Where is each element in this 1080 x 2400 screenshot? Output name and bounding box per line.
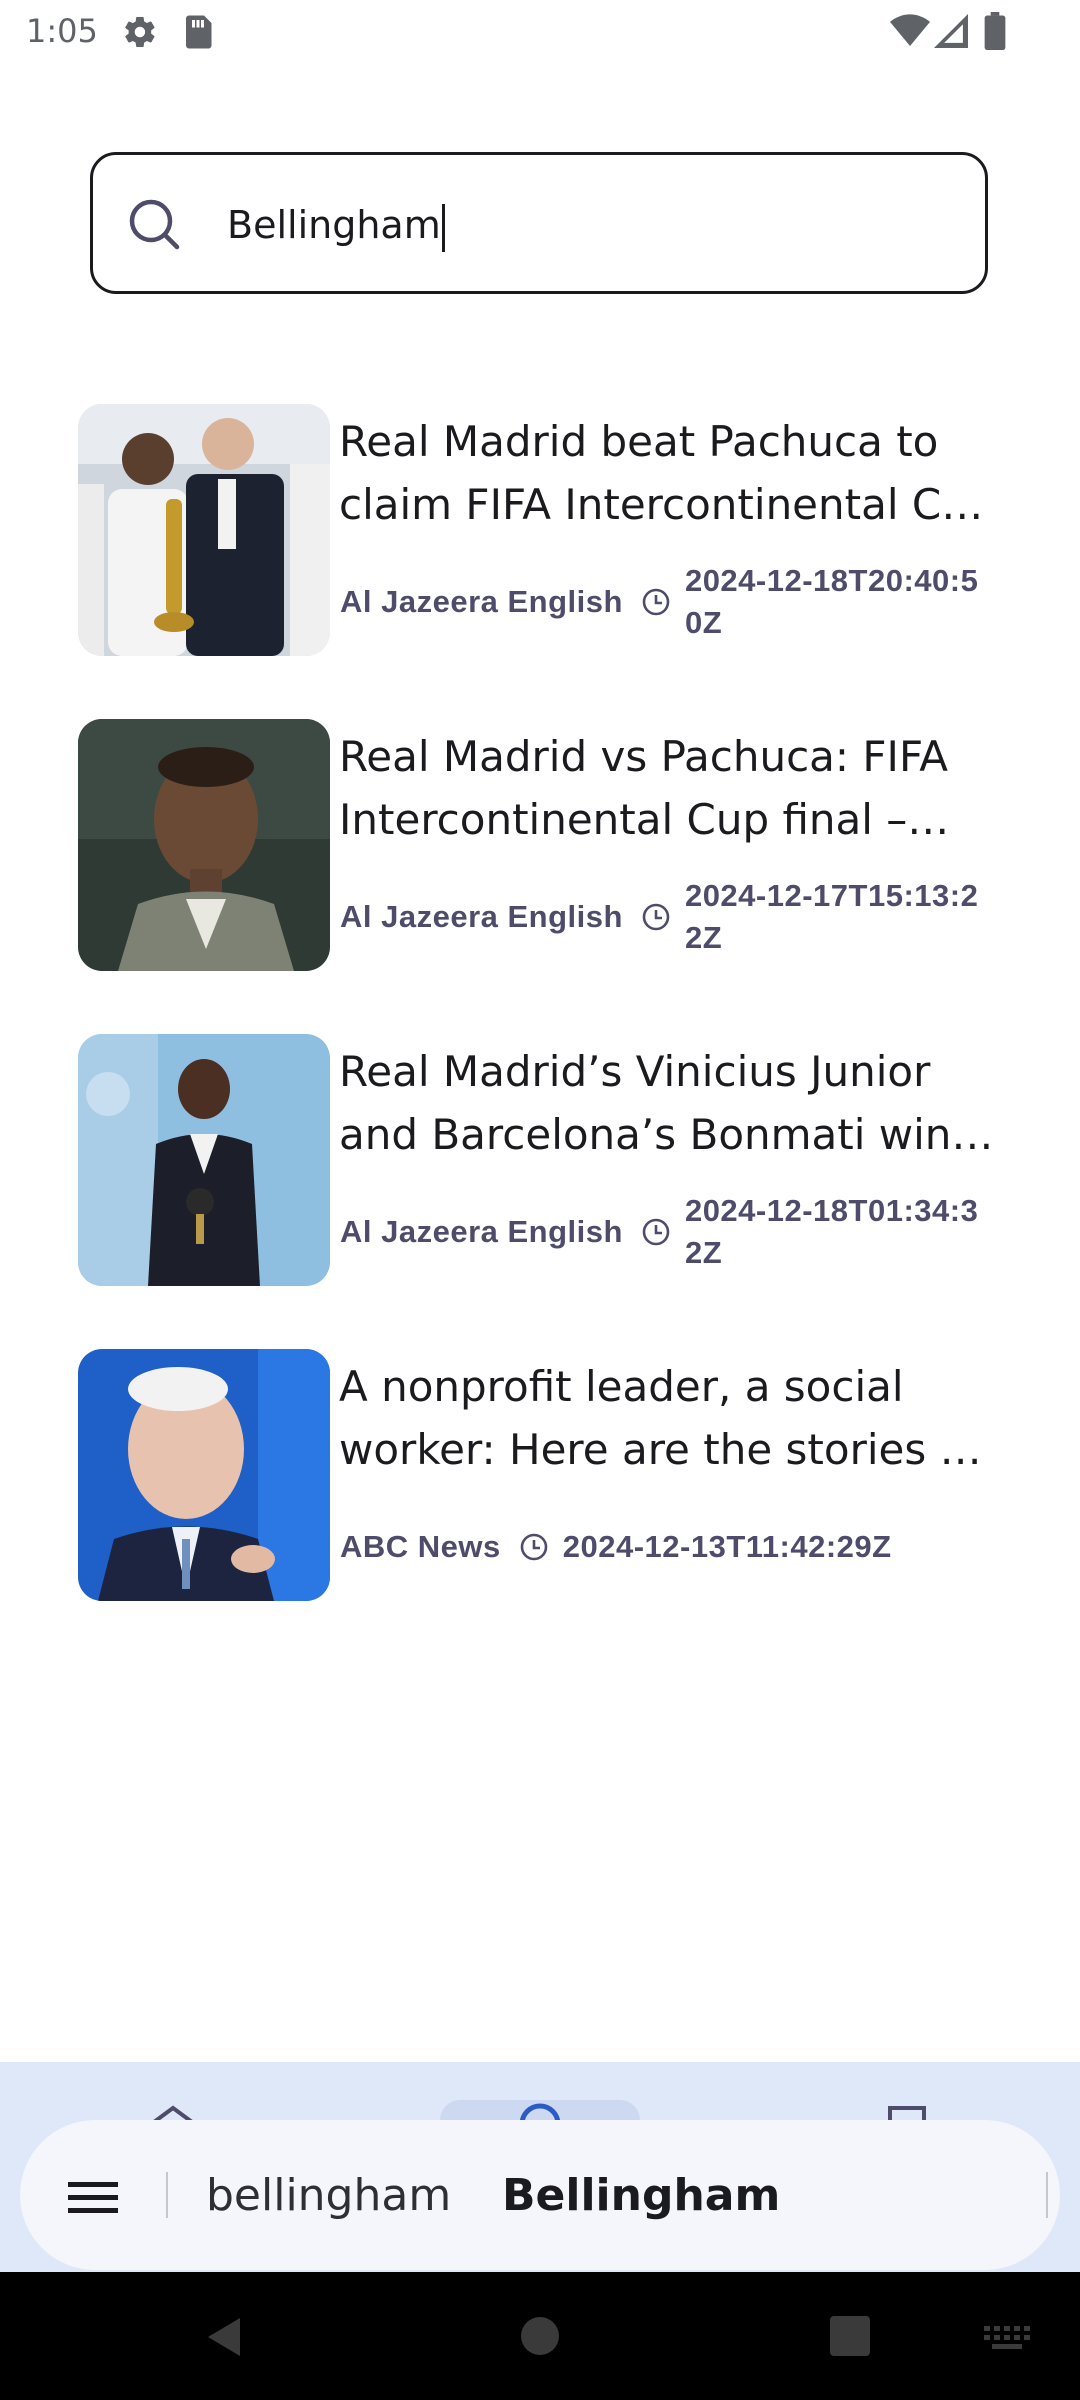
keyboard-suggestion-bar: bellingham Bellingham	[20, 2120, 1060, 2270]
clock-icon	[641, 902, 671, 932]
article-date: 2024-12-13T11:42:29Z	[562, 1529, 892, 1564]
clock-icon	[641, 1217, 671, 1247]
system-navigation-bar	[0, 2272, 1080, 2400]
article-title[interactable]: Real Madrid vs Pachuca: FIFA Intercontin…	[339, 725, 1007, 851]
back-icon[interactable]	[204, 2316, 244, 2363]
article-title[interactable]: A nonprofit leader, a social worker: Her…	[339, 1355, 1007, 1481]
article-meta: Al Jazeera English 2024-12-18T01:34:32Z	[340, 1190, 995, 1274]
suggestion-divider	[1046, 2172, 1048, 2218]
article-meta: ABC News 2024-12-13T11:42:29Z	[340, 1505, 892, 1589]
article-date: 2024-12-17T15:13:22Z	[684, 878, 979, 955]
article-thumbnail[interactable]	[78, 404, 330, 656]
search-box[interactable]: Bellingham	[90, 152, 988, 294]
status-time: 1:05	[26, 12, 98, 50]
article-thumbnail[interactable]	[78, 1034, 330, 1286]
article-card[interactable]: Real Madrid beat Pachuca to claim FIFA I…	[78, 404, 1008, 656]
search-input[interactable]: Bellingham	[227, 203, 445, 252]
suggestion-divider	[166, 2172, 168, 2218]
battery-icon	[984, 12, 1006, 55]
keyboard-icon[interactable]	[984, 2326, 1030, 2355]
article-thumbnail[interactable]	[78, 1349, 330, 1601]
article-meta: Al Jazeera English 2024-12-18T20:40:50Z	[340, 560, 995, 644]
wifi-icon	[890, 14, 930, 53]
recents-icon[interactable]	[830, 2316, 870, 2361]
menu-icon[interactable]	[68, 2180, 118, 2221]
article-card[interactable]: Real Madrid’s Vinicius Junior and Barcel…	[78, 1034, 1008, 1286]
gear-icon	[122, 14, 158, 55]
status-bar: 1:05	[0, 0, 1080, 64]
search-query: Bellingham	[227, 203, 441, 247]
article-source: ABC News	[340, 1529, 501, 1564]
clock-icon	[519, 1532, 549, 1562]
article-title[interactable]: Real Madrid beat Pachuca to claim FIFA I…	[339, 410, 1007, 536]
suggestion-item[interactable]: bellingham	[206, 2170, 451, 2221]
home-icon[interactable]	[520, 2316, 560, 2361]
signal-icon	[934, 14, 968, 53]
suggestion-item[interactable]: Bellingham	[502, 2170, 780, 2221]
search-icon[interactable]	[127, 197, 183, 258]
article-meta: Al Jazeera English 2024-12-17T15:13:22Z	[340, 875, 995, 959]
article-source: Al Jazeera English	[340, 1214, 623, 1249]
article-date: 2024-12-18T01:34:32Z	[684, 1193, 979, 1270]
article-source: Al Jazeera English	[340, 899, 623, 934]
article-date: 2024-12-18T20:40:50Z	[684, 563, 979, 640]
article-card[interactable]: Real Madrid vs Pachuca: FIFA Intercontin…	[78, 719, 1008, 971]
article-card[interactable]: A nonprofit leader, a social worker: Her…	[78, 1349, 1008, 1601]
article-thumbnail[interactable]	[78, 719, 330, 971]
sd-card-icon	[182, 14, 214, 55]
article-title[interactable]: Real Madrid’s Vinicius Junior and Barcel…	[339, 1040, 1007, 1166]
article-source: Al Jazeera English	[340, 584, 623, 619]
clock-icon	[641, 587, 671, 617]
text-cursor	[441, 203, 445, 252]
